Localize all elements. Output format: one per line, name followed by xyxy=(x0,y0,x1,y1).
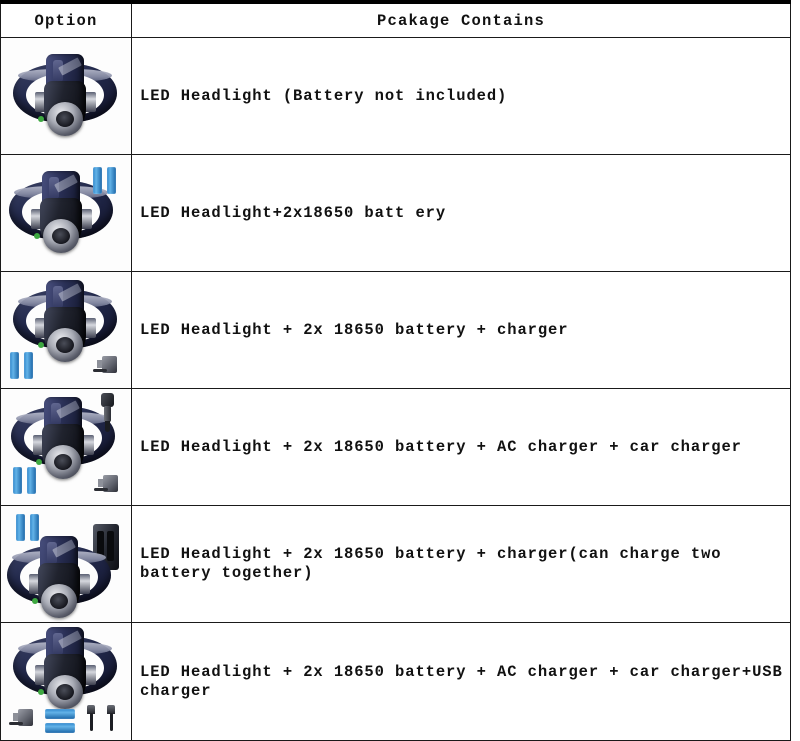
usb-charger-icon xyxy=(83,705,99,731)
headlamp-icon xyxy=(13,627,117,709)
table-row: LED Headlight (Battery not included) xyxy=(0,37,791,155)
battery-icon xyxy=(24,352,33,379)
table-header: Option Pcakage Contains xyxy=(0,0,791,38)
table-body: LED Headlight (Battery not included) LED… xyxy=(0,37,791,741)
product-image-headlight-only xyxy=(1,38,130,154)
battery-icon xyxy=(10,352,19,379)
product-image-headlight-batteries xyxy=(1,155,130,271)
product-image-headlight-batteries-charger xyxy=(1,272,130,388)
package-contains-cell: LED Headlight + 2x 18650 battery + AC ch… xyxy=(131,388,791,506)
option-image-cell xyxy=(0,154,132,272)
product-image-headlight-batteries-dual-charger xyxy=(1,506,130,622)
package-contains-cell: LED Headlight + 2x 18650 battery + AC ch… xyxy=(131,622,791,741)
battery-icon xyxy=(27,467,36,494)
table-row: LED Headlight + 2x 18650 battery + charg… xyxy=(0,271,791,389)
headlamp-icon xyxy=(7,536,111,618)
option-image-cell xyxy=(0,505,132,623)
battery-icon xyxy=(13,467,22,494)
battery-icon xyxy=(45,723,75,733)
ac-charger-icon xyxy=(94,473,118,495)
battery-icon xyxy=(45,709,75,719)
ac-charger-icon xyxy=(9,707,33,729)
option-image-cell xyxy=(0,388,132,506)
package-contains-cell: LED Headlight + 2x 18650 battery + charg… xyxy=(131,505,791,623)
table-row: LED Headlight+2x18650 batt ery xyxy=(0,154,791,272)
battery-icon xyxy=(93,167,102,194)
package-contains-cell: LED Headlight+2x18650 batt ery xyxy=(131,154,791,272)
battery-icon xyxy=(107,167,116,194)
table-row: LED Headlight + 2x 18650 battery + charg… xyxy=(0,505,791,623)
column-header-option: Option xyxy=(0,0,132,38)
ac-charger-icon xyxy=(93,354,117,376)
table-header-row: Option Pcakage Contains xyxy=(0,0,791,38)
product-image-headlight-batteries-ac-car xyxy=(1,389,130,505)
package-contains-cell: LED Headlight + 2x 18650 battery + charg… xyxy=(131,271,791,389)
headlamp-icon xyxy=(13,54,117,136)
table-row: LED Headlight + 2x 18650 battery + AC ch… xyxy=(0,388,791,506)
product-image-headlight-batteries-ac-car-usb xyxy=(1,623,130,740)
headlamp-icon xyxy=(13,280,117,362)
column-header-package-contains: Pcakage Contains xyxy=(131,0,791,38)
table-row: LED Headlight + 2x 18650 battery + AC ch… xyxy=(0,622,791,741)
package-contents-table: Option Pcakage Contains LED Headlight (B… xyxy=(0,0,791,741)
package-contains-cell: LED Headlight (Battery not included) xyxy=(131,37,791,155)
car-charger-icon xyxy=(97,393,119,433)
option-image-cell xyxy=(0,37,132,155)
option-image-cell xyxy=(0,622,132,741)
option-image-cell xyxy=(0,271,132,389)
car-charger-icon xyxy=(103,705,119,731)
